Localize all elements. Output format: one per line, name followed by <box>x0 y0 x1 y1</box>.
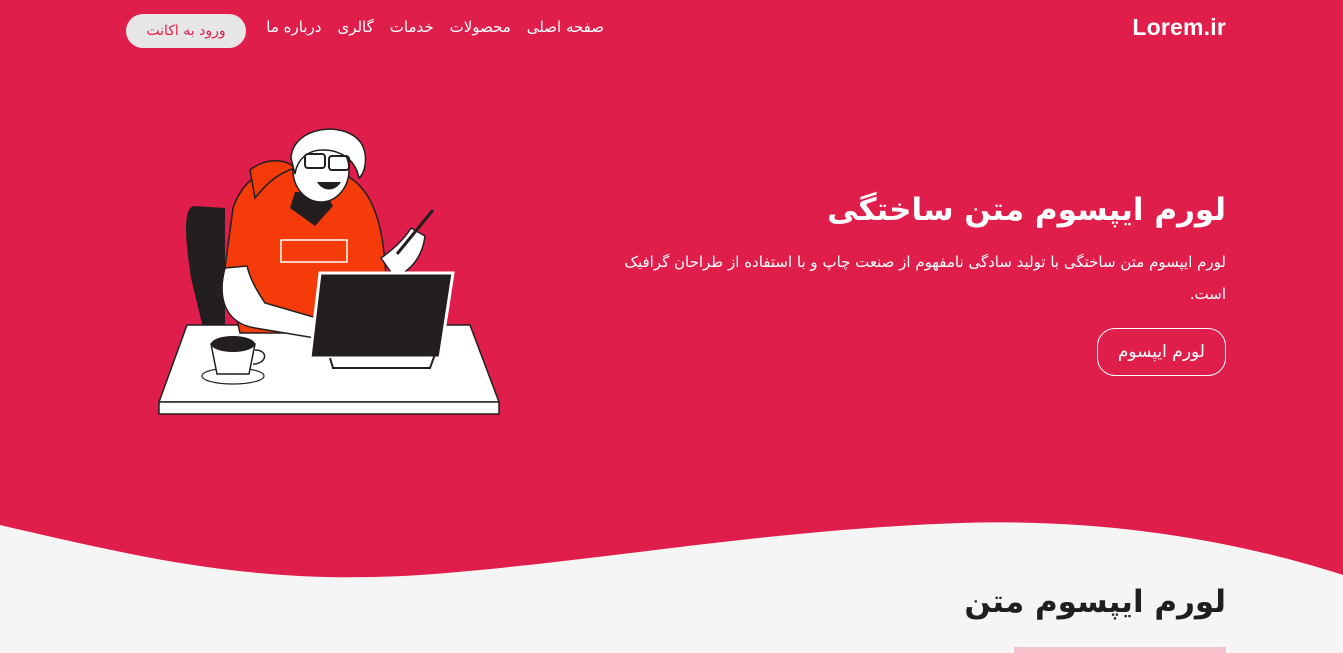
brand-logo[interactable]: Lorem.ir <box>1132 14 1226 41</box>
section-card-top <box>1014 647 1226 653</box>
hero-content: لورم ایپسوم متن ساختگی لورم ایپسوم متن س… <box>606 188 1226 376</box>
section-title: لورم ایپسوم متن <box>964 584 1226 620</box>
hero-cta-button[interactable]: لورم ایپسوم <box>1096 328 1226 376</box>
nav-link-services[interactable]: خدمات <box>390 18 434 36</box>
navbar: Lorem.ir صفحه اصلی محصولات خدمات گالری د… <box>126 12 1226 48</box>
nav-link-about[interactable]: درباره ما <box>266 18 321 36</box>
wave-divider <box>0 522 1343 653</box>
nav-link-products[interactable]: محصولات <box>450 18 511 36</box>
hero-description: لورم ایپسوم متن ساختگی با تولید سادگی نا… <box>624 253 1226 303</box>
nav-links: صفحه اصلی محصولات خدمات گالری درباره ما <box>266 18 604 36</box>
login-button[interactable]: ورود به اکانت <box>126 14 246 48</box>
nav-link-home[interactable]: صفحه اصلی <box>527 18 604 36</box>
hero-title: لورم ایپسوم متن ساختگی <box>827 192 1226 228</box>
designer-at-desk-illustration <box>157 128 501 415</box>
nav-link-gallery[interactable]: گالری <box>337 18 373 36</box>
